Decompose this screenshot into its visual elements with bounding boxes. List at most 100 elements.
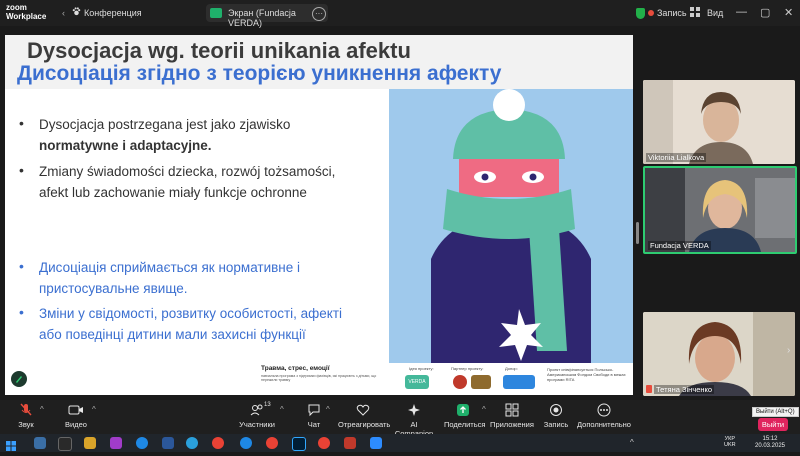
participant-3-muted-icon <box>646 385 652 393</box>
more-icon <box>597 403 611 417</box>
footer-label-partner: Партнер проекту: <box>451 366 484 371</box>
taskbar-word-icon[interactable] <box>162 437 174 449</box>
taskbar-app-icon[interactable] <box>344 437 356 449</box>
edit-pen-icon[interactable] <box>11 371 27 387</box>
share-screen-label: Поделиться <box>444 420 486 429</box>
video-button[interactable]: Видео <box>60 403 92 429</box>
security-shield-icon[interactable] <box>636 8 645 19</box>
apps-button[interactable]: Приложения <box>490 403 534 429</box>
participant-3-avatar <box>643 312 795 396</box>
keyboard-language[interactable]: УКР UKR <box>724 436 736 448</box>
tray-chevron-icon[interactable]: ^ <box>630 438 634 447</box>
react-button[interactable]: Отреагировать <box>338 403 390 429</box>
taskbar-app-icon[interactable] <box>110 437 122 449</box>
participant-video-1[interactable]: Viktoriia Lialkova <box>643 80 795 164</box>
mic-muted-icon <box>20 403 32 416</box>
bullet-ua-2-line-2: або поведінці дитини мали захисні функці… <box>39 327 306 342</box>
chat-options-chevron-icon[interactable]: ^ <box>326 405 330 414</box>
slide-title-band: Dysocjacja wg. teorii unikania afektu Ди… <box>5 35 633 89</box>
participants-count-badge: 13 <box>264 402 271 408</box>
taskbar-telegram-icon[interactable] <box>136 437 148 449</box>
menu-chevron-icon[interactable]: ‹ <box>62 8 65 18</box>
bullet-ua-2-line-1: Зміни у свідомості, розвитку особистості… <box>39 306 342 321</box>
participants-options-chevron-icon[interactable]: ^ <box>280 405 284 414</box>
footer-title: Травма, стрес, емоції <box>261 365 330 372</box>
video-options-chevron-icon[interactable]: ^ <box>92 405 96 414</box>
leave-button[interactable]: Выйти <box>758 418 788 431</box>
footer-fine-print: навчальна програма з підтримки фахівців,… <box>261 374 377 382</box>
slide-footer: Травма, стрес, емоції навчальна програма… <box>5 363 633 395</box>
minimize-icon[interactable]: — <box>736 6 747 18</box>
audio-options-chevron-icon[interactable]: ^ <box>40 405 44 414</box>
taskbar-clock[interactable]: 15:12 20.03.2025 <box>752 436 788 450</box>
windows-start-icon[interactable] <box>6 438 16 451</box>
audio-button[interactable]: Звук <box>10 403 42 429</box>
partner-logo <box>453 375 467 389</box>
record-label: Запись <box>543 420 569 429</box>
bullet-dot-icon: • <box>19 258 24 274</box>
recording-indicator[interactable]: Запись <box>657 8 687 18</box>
video-icon <box>68 405 83 415</box>
bullet-ua-1: Дисоціація сприймається як нормативне і … <box>39 257 384 299</box>
os-taskbar: ^ УКР UKR 15:12 20.03.2025 <box>0 434 800 452</box>
more-button[interactable]: Дополнительно <box>576 403 632 429</box>
taskbar-telegram-icon[interactable] <box>186 437 198 449</box>
bullet-pl-2-line-2: afekt lub zachowanie miały funkcje ochro… <box>39 185 307 200</box>
heart-icon <box>356 404 370 416</box>
record-button[interactable]: Запись <box>542 403 570 429</box>
participant-video-3[interactable]: Тетяна Зінченко <box>643 312 795 396</box>
bullet-dot-icon: • <box>19 304 24 320</box>
apps-icon <box>505 403 519 417</box>
more-label: Дополнительно <box>577 420 631 429</box>
meeting-toolbar: Звук ^ Видео ^ Участники 13 ^ Чат ^ Отре… <box>0 400 800 438</box>
clock-date: 20.03.2025 <box>754 443 786 449</box>
participant-video-2-active[interactable]: Fundacja VERDA <box>643 166 797 254</box>
participants-button[interactable]: Участники <box>236 403 278 429</box>
share-screen-button[interactable]: Поделиться <box>444 403 486 429</box>
participants-icon <box>250 404 263 416</box>
bullet-pl-1-line-2: normatywne i adaptacyjne. <box>39 138 212 153</box>
verda-logo-text: VERDA <box>408 379 426 385</box>
chat-button[interactable]: Чат <box>300 403 328 429</box>
slide-title-pl: Dysocjacja wg. teorii unikania afektu <box>27 38 411 63</box>
footer-right-text: Проект співфінансується Польсько-Америка… <box>547 367 626 382</box>
chat-label: Чат <box>307 420 321 429</box>
screen-share-pill[interactable]: Экран (Fundacja VERDA) ··· <box>206 4 328 28</box>
bullet-pl-2: Zmiany świadomości dziecka, rozwój tożsa… <box>39 161 384 203</box>
conference-label[interactable]: Конференция <box>84 8 142 18</box>
close-icon[interactable]: ✕ <box>784 6 793 19</box>
taskbar-app-icon[interactable] <box>34 437 46 449</box>
participant-2-name: Fundacja VERDA <box>648 241 711 250</box>
footer-label-idea: Ідея проекту: <box>409 366 434 371</box>
taskbar-chrome-icon[interactable] <box>318 437 330 449</box>
window-title-bar: zoom Workplace ‹ Конференция Экран (Fund… <box>0 0 800 28</box>
share-options-chevron-icon[interactable]: ^ <box>482 405 486 414</box>
slide-title-ua: Дисоціація згідно з теорією уникнення аф… <box>17 62 502 85</box>
verda-logo: VERDA <box>405 375 429 389</box>
bullet-pl-2-line-1: Zmiany świadomości dziecka, rozwój tożsa… <box>39 164 336 179</box>
bullet-pl-1-line-1: Dysocjacja postrzegana jest jako zjawisk… <box>39 117 291 132</box>
taskbar-telegram-icon[interactable] <box>240 437 252 449</box>
maximize-icon[interactable]: ▢ <box>760 6 770 19</box>
participant-2-avatar <box>645 168 795 252</box>
taskbar-folder-icon[interactable] <box>84 437 96 449</box>
logo-line-1: zoom <box>6 3 27 12</box>
chat-icon <box>308 404 320 417</box>
split-drag-handle[interactable] <box>636 222 639 244</box>
taskbar-app-icon[interactable] <box>58 437 72 451</box>
share-options-icon[interactable]: ··· <box>312 7 326 21</box>
next-video-chevron-icon[interactable]: › <box>787 345 790 356</box>
taskbar-chrome-icon[interactable] <box>266 437 278 449</box>
bullet-ua-1-line-1: Дисоціація сприймається як нормативне і <box>39 260 301 275</box>
taskbar-photoshop-icon[interactable] <box>292 437 306 451</box>
participant-1-name: Viktoriia Lialkova <box>646 153 707 162</box>
donor-logo <box>503 375 535 389</box>
clock-time: 15:12 <box>762 436 778 442</box>
taskbar-chrome-icon[interactable] <box>212 437 224 449</box>
screen-share-icon <box>210 8 222 18</box>
view-grid-icon <box>690 7 700 17</box>
taskbar-zoom-icon[interactable] <box>370 437 382 449</box>
record-dot-icon <box>648 10 654 16</box>
view-button[interactable]: Вид <box>707 8 723 18</box>
ai-companion-button[interactable]: AI Companion <box>392 403 436 438</box>
